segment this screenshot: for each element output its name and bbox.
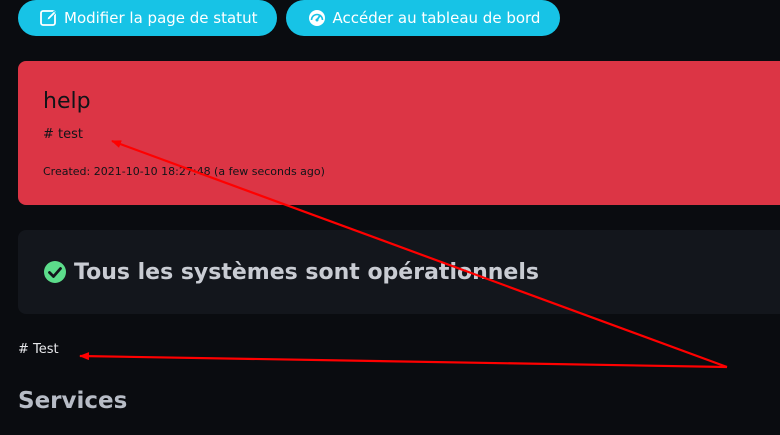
dashboard-label: Accéder au tableau de bord [332, 9, 541, 27]
annotation-arrow-to-description [79, 352, 728, 369]
incident-title: help [43, 89, 91, 114]
speedometer-icon [308, 9, 326, 27]
overall-status-text: Tous les systèmes sont opérationnels [74, 259, 539, 285]
incident-card: help # test Created: 2021-10-10 18:27:48… [18, 61, 780, 205]
overall-status-card: Tous les systèmes sont opérationnels [18, 230, 780, 314]
edit-status-page-label: Modifier la page de statut [64, 9, 258, 27]
incident-created-date: Created: 2021-10-10 18:27:48 (a few seco… [43, 165, 325, 178]
status-page-description: # Test [18, 342, 59, 357]
check-circle-icon [43, 260, 67, 284]
services-heading: Services [18, 388, 128, 414]
toolbar: Modifier la page de statut Accéder au ta… [18, 0, 561, 36]
incident-body: # test [43, 127, 83, 142]
dashboard-button[interactable]: Accéder au tableau de bord [286, 0, 561, 36]
edit-status-page-button[interactable]: Modifier la page de statut [18, 0, 278, 36]
edit-icon [40, 9, 58, 27]
